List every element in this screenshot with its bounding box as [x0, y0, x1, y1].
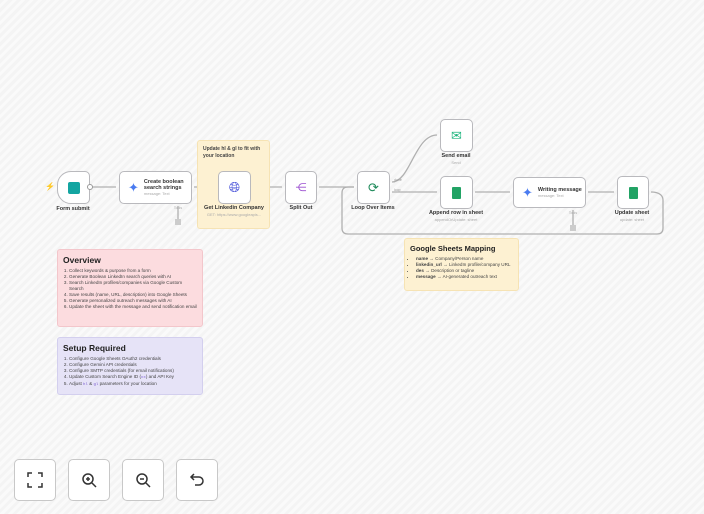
zoom-out-button[interactable]	[122, 459, 164, 501]
key: linkedin_url	[416, 262, 442, 267]
fit-view-icon	[27, 472, 43, 488]
done-output-label: done	[394, 178, 402, 182]
list-item: Update the sheet with the message and se…	[69, 304, 197, 310]
loop-icon: ⟳	[368, 179, 379, 195]
gemini-icon: ✦	[128, 179, 139, 195]
node-update-sheet[interactable]	[617, 176, 649, 209]
node-label: Form submit	[56, 206, 90, 212]
node-sub: message: Text	[143, 191, 170, 196]
undo-icon	[189, 473, 204, 486]
overview-note: Overview Collect keywords & purpose from…	[57, 249, 203, 327]
text: Update Custom Search Engine ID (	[69, 374, 142, 379]
node-create-boolean[interactable]: ✦ Create boolean search strings message: …	[119, 171, 192, 204]
text: parameters for your location	[98, 381, 157, 386]
form-icon	[67, 181, 80, 194]
loop-output-label: loop	[394, 188, 401, 192]
zoom-in-button[interactable]	[68, 459, 110, 501]
node-split-out[interactable]: ⋲	[285, 171, 317, 204]
node-sub: message: Text	[537, 193, 564, 198]
node-send-email[interactable]: ✉	[440, 119, 473, 152]
node-loop[interactable]: ⟳	[357, 171, 390, 204]
fit-view-button[interactable]	[14, 459, 56, 501]
key: message	[416, 274, 436, 279]
gemini-icon: ✦	[522, 184, 533, 200]
node-sub: GET: https://www.googleapis...	[206, 212, 262, 217]
text: Adjust	[69, 381, 84, 386]
zoom-in-icon	[82, 473, 97, 488]
key: des	[416, 268, 424, 273]
sticky-text: Update hl & gl to fit with your location	[203, 146, 261, 159]
node-writing-message[interactable]: ✦ Writing message message: Text	[513, 177, 586, 208]
node-label: Create boolean search strings	[143, 179, 184, 191]
node-label: Append row in sheet	[428, 210, 484, 216]
list-item: Update Custom Search Engine ID (cx) and …	[69, 374, 197, 381]
list-item: Adjust hl & gl parameters for your locat…	[69, 381, 197, 388]
setup-note: Setup Required Configure Google Sheets O…	[57, 337, 203, 395]
split-icon: ⋲	[295, 182, 307, 194]
node-sub: Send	[451, 160, 461, 165]
mapping-title: Google Sheets Mapping	[410, 244, 496, 253]
node-label: Send email	[441, 153, 471, 159]
key: name	[416, 256, 429, 261]
list-item: message → AI-generated outreach text	[416, 274, 513, 280]
node-get-linkedin[interactable]: 🌐︎	[218, 171, 251, 204]
trigger-bolt-icon: ⚡	[45, 182, 55, 191]
node-sub: update: sheet	[619, 217, 645, 222]
node-label: Update sheet	[614, 210, 650, 216]
value: → LinkedIn profile/company URL	[443, 262, 511, 267]
google-sheets-icon	[452, 186, 461, 199]
output-port[interactable]	[87, 184, 93, 190]
node-append-row[interactable]	[440, 176, 473, 209]
undo-button[interactable]	[176, 459, 218, 501]
globe-icon: 🌐︎	[228, 179, 241, 195]
overview-title: Overview	[63, 255, 101, 265]
value: → Description or tagline	[425, 268, 475, 273]
zoom-out-icon	[136, 473, 151, 488]
mapping-note: Google Sheets Mapping name → Company/Per…	[404, 238, 519, 291]
text: ) and API Key	[145, 374, 174, 379]
setup-title: Setup Required	[63, 343, 126, 353]
value: → Company/Person name	[429, 256, 484, 261]
node-form-submit[interactable]	[57, 171, 90, 204]
list-item: Search LinkedIn profiles/companies via G…	[69, 280, 197, 292]
google-sheets-icon	[628, 186, 638, 199]
value: → AI-generated outreach text	[436, 274, 497, 279]
node-sub: appendOrUpdate: sheet	[434, 217, 478, 222]
email-icon: ✉	[451, 127, 462, 143]
